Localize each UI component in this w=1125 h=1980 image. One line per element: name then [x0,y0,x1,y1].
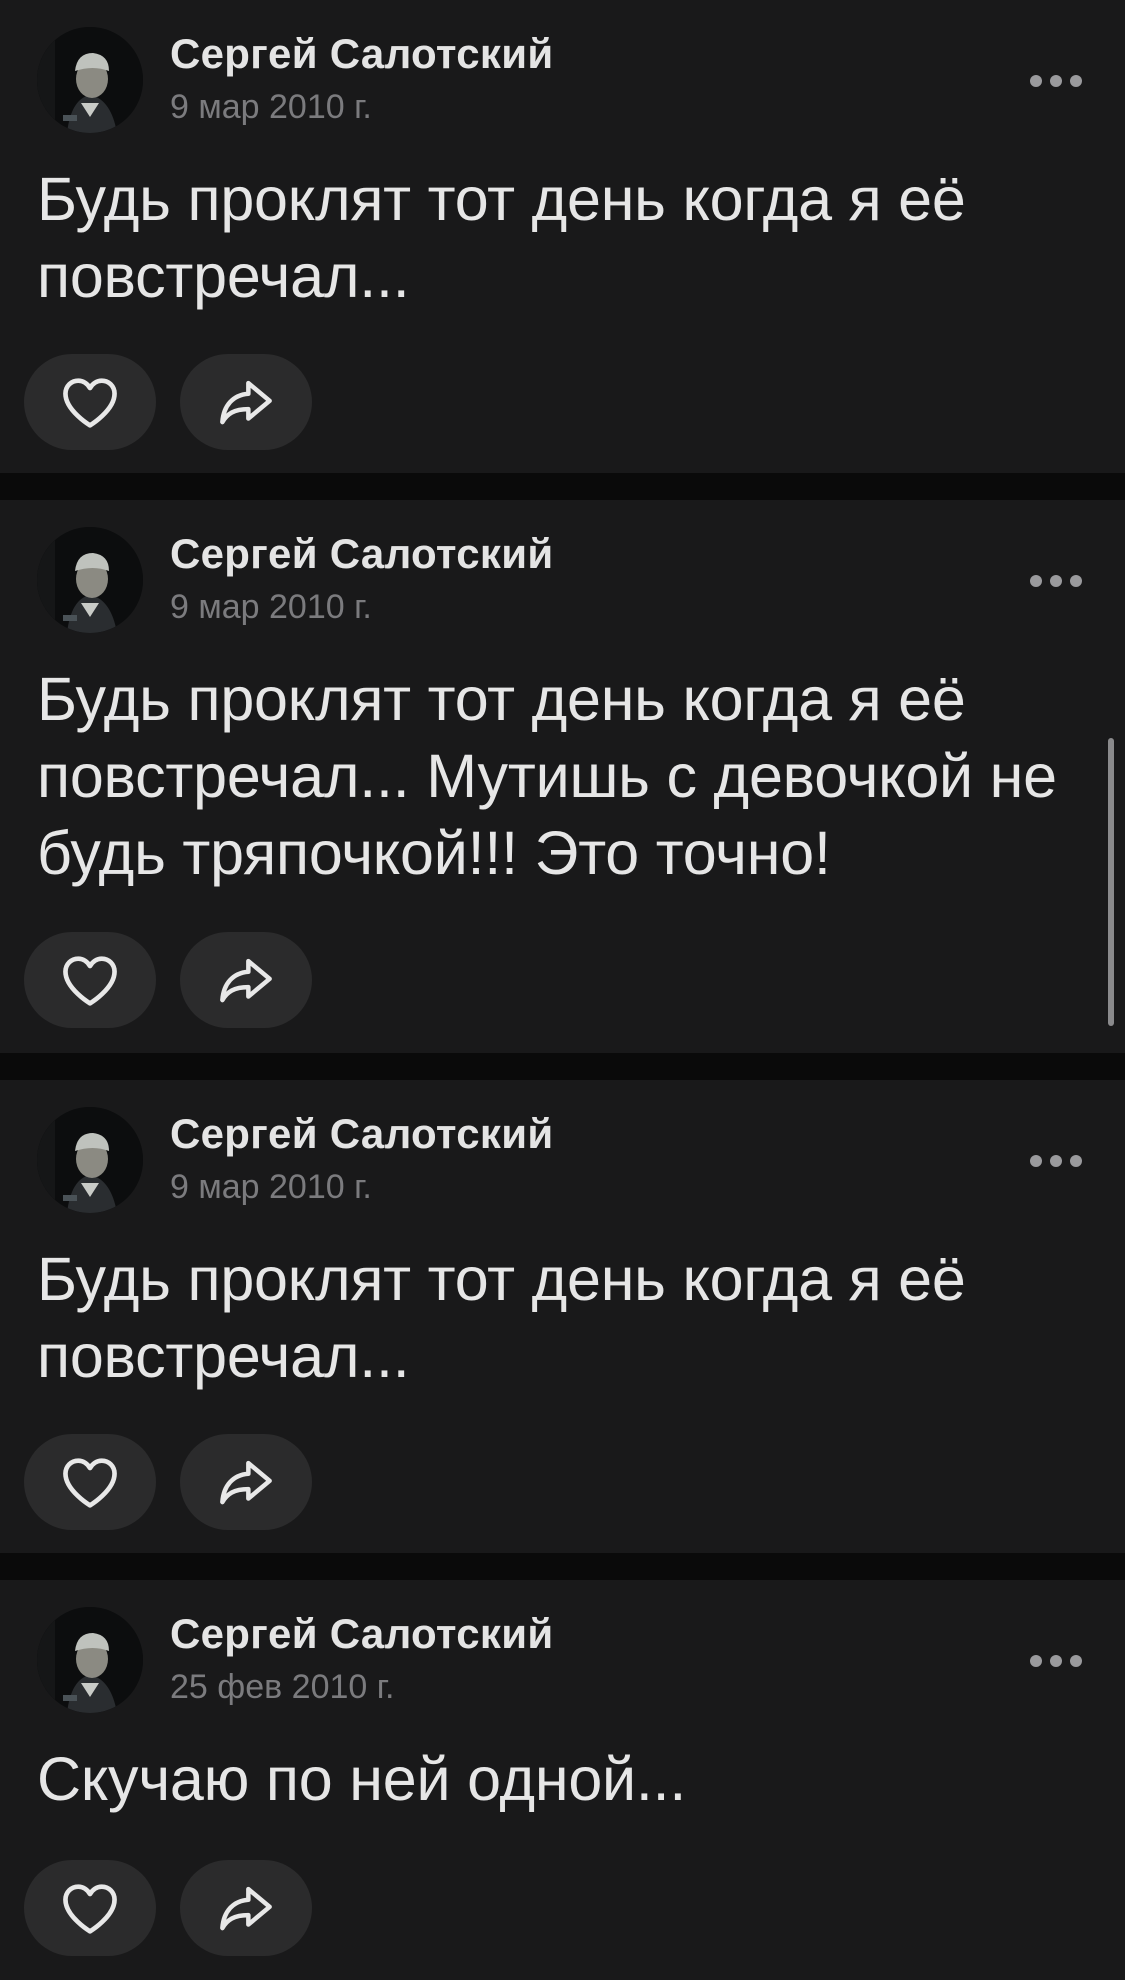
like-button[interactable] [24,1860,156,1956]
post-date[interactable]: 25 фев 2010 г. [170,1668,394,1707]
post-author[interactable]: Сергей Салотский [170,30,553,78]
scrollbar-thumb[interactable] [1108,738,1114,1026]
heart-icon [63,1884,117,1934]
more-icon[interactable] [1030,1653,1082,1669]
post-author[interactable]: Сергей Салотский [170,1610,553,1658]
share-icon [220,1886,272,1931]
share-button[interactable] [180,354,312,450]
share-button[interactable] [180,1434,312,1530]
share-button[interactable] [180,1860,312,1956]
wall-feed: Сергей Салотский 9 мар 2010 г. Будь прок… [0,0,1125,1980]
share-icon [220,1460,272,1505]
heart-icon [63,1458,117,1508]
post-separator [0,1053,1125,1080]
heart-icon [63,956,117,1006]
wall-post: Сергей Салотский 9 мар 2010 г. Будь прок… [0,0,1125,473]
like-button[interactable] [24,932,156,1028]
like-button[interactable] [24,354,156,450]
share-icon [220,958,272,1003]
post-author[interactable]: Сергей Салотский [170,530,553,578]
post-author[interactable]: Сергей Салотский [170,1110,553,1158]
post-date[interactable]: 9 мар 2010 г. [170,1168,372,1207]
share-button[interactable] [180,932,312,1028]
like-button[interactable] [24,1434,156,1530]
post-text: Скучаю по ней одной... [37,1745,687,1813]
heart-icon [63,378,117,428]
wall-post: Сергей Салотский 25 фев 2010 г. Скучаю п… [0,1580,1125,1980]
more-icon[interactable] [1030,573,1082,589]
post-text: Будь проклят тот день когда я её повстре… [37,1245,966,1390]
post-text: Будь проклят тот день когда я её повстре… [37,665,1057,887]
avatar[interactable] [37,1107,143,1213]
more-icon[interactable] [1030,73,1082,89]
avatar[interactable] [37,1607,143,1713]
post-date[interactable]: 9 мар 2010 г. [170,588,372,627]
avatar[interactable] [37,27,143,133]
avatar[interactable] [37,527,143,633]
post-date[interactable]: 9 мар 2010 г. [170,88,372,127]
share-icon [220,380,272,425]
post-text: Будь проклят тот день когда я её повстре… [37,165,966,310]
post-separator [0,1553,1125,1580]
more-icon[interactable] [1030,1153,1082,1169]
wall-post: Сергей Салотский 9 мар 2010 г. Будь прок… [0,500,1125,1053]
post-separator [0,473,1125,500]
wall-post: Сергей Салотский 9 мар 2010 г. Будь прок… [0,1080,1125,1553]
